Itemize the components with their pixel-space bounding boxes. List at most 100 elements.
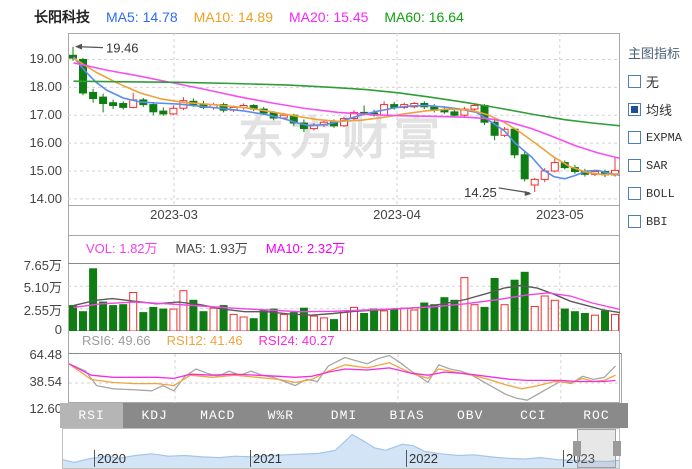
indicator-option-EXPMA[interactable]: EXPMA xyxy=(628,130,692,145)
volume-bar xyxy=(290,313,297,331)
volume-axis-label: 0 xyxy=(0,322,62,337)
volume-chart xyxy=(68,263,620,331)
tab-kdj[interactable]: KDJ xyxy=(123,403,186,428)
volume-bar xyxy=(531,307,538,332)
tab-macd[interactable]: MACD xyxy=(186,403,249,428)
volume-bar xyxy=(602,311,609,331)
chart-header: 长阳科技 MA5: 14.78 MA10: 14.89 MA20: 15.45 … xyxy=(34,7,464,27)
volume-bar xyxy=(551,300,558,331)
candlestick xyxy=(521,155,528,179)
tab-obv[interactable]: OBV xyxy=(439,403,502,428)
indicator-option-无[interactable]: 无 xyxy=(628,74,692,89)
checked-checkbox-icon[interactable] xyxy=(628,103,641,116)
candlestick xyxy=(451,112,458,115)
volume-bar xyxy=(170,309,177,331)
candlestick xyxy=(70,55,77,58)
price-axis-label: 17.00 xyxy=(0,107,62,122)
volume-bar xyxy=(571,312,578,331)
unchecked-checkbox-icon[interactable] xyxy=(628,215,641,228)
tab-roc[interactable]: ROC xyxy=(565,403,628,428)
volume-bar xyxy=(511,280,518,331)
volume-bar xyxy=(521,272,528,331)
volume-bar xyxy=(140,313,147,331)
candlestick xyxy=(90,92,97,98)
indicator-option-BBI[interactable]: BBI xyxy=(628,214,692,229)
indicator-option-均线[interactable]: 均线 xyxy=(628,102,692,117)
navigator-selection[interactable] xyxy=(577,429,616,468)
price-axis-label: 19.00 xyxy=(0,51,62,66)
rsi-line-rsi12 xyxy=(69,363,616,389)
indicator-option-SAR[interactable]: SAR xyxy=(628,158,692,173)
main-panel-bottom-border xyxy=(69,205,619,206)
tab-dmi[interactable]: DMI xyxy=(312,403,375,428)
rsi-lines-layer xyxy=(69,356,616,401)
unchecked-checkbox-icon[interactable] xyxy=(628,187,641,200)
volume-bar xyxy=(200,312,207,331)
tab-cci[interactable]: CCI xyxy=(502,403,565,428)
volume-bar xyxy=(100,302,107,331)
timeline-navigator[interactable]: 2020202120222023 xyxy=(62,428,620,469)
volume-bar xyxy=(180,291,187,331)
checkbox-check-mark xyxy=(631,106,638,113)
volume-bar xyxy=(250,319,257,331)
volume-bar xyxy=(160,309,167,331)
navigator-year-tick xyxy=(563,450,564,467)
indicator-option-label: BBI xyxy=(646,215,668,229)
volume-bar xyxy=(501,305,508,331)
navigator-year-label: 2020 xyxy=(97,451,126,466)
indicator-option-BOLL[interactable]: BOLL xyxy=(628,186,692,201)
volume-bar xyxy=(431,305,438,331)
volume-legend: VOL: 1.82万 MA5: 1.93万 MA10: 2.32万 xyxy=(86,238,345,257)
unchecked-checkbox-icon[interactable] xyxy=(628,75,641,88)
navigator-year-tick xyxy=(406,450,407,467)
ma-line-ma5 xyxy=(74,57,621,179)
volume-axis-label: 7.65万 xyxy=(0,255,62,274)
vol-ma10-readout: MA10: 2.32万 xyxy=(266,238,346,257)
tab-bias[interactable]: BIAS xyxy=(376,403,439,428)
rsi-legend: RSI6: 49.66 RSI12: 41.46 RSI24: 40.27 xyxy=(82,333,334,348)
ma-overlays-layer xyxy=(74,57,621,179)
price-axis-label: 16.00 xyxy=(0,135,62,150)
candlestick xyxy=(170,108,177,114)
volume-bar xyxy=(612,314,619,331)
navigator-right-handle[interactable] xyxy=(613,441,621,456)
candlestick xyxy=(160,111,167,114)
unchecked-checkbox-icon[interactable] xyxy=(628,159,641,172)
volume-bar xyxy=(581,314,588,332)
volume-bar xyxy=(80,312,87,331)
low-annotation: 14.25 xyxy=(464,185,497,200)
ma20-readout: MA20: 15.45 xyxy=(289,9,368,25)
volume-bar xyxy=(391,310,398,331)
high-annotation: 19.46 xyxy=(106,41,139,56)
volume-bars-layer xyxy=(70,269,619,331)
date-axis-label: 2023-04 xyxy=(362,207,432,222)
tab-rsi[interactable]: RSI xyxy=(60,403,123,428)
stock-chart-app: 长阳科技 MA5: 14.78 MA10: 14.89 MA20: 15.45 … xyxy=(0,0,692,469)
volume-panel-top-border xyxy=(69,235,619,236)
volume-bar xyxy=(481,307,488,331)
unchecked-checkbox-icon[interactable] xyxy=(628,131,641,144)
navigator-left-handle[interactable] xyxy=(573,441,581,456)
rsi-chart xyxy=(68,353,622,404)
candlestick xyxy=(471,106,478,110)
volume-bar xyxy=(130,293,137,332)
ma-line-ma10 xyxy=(74,58,621,175)
candlestick xyxy=(551,163,558,171)
main-indicator-title: 主图指标 xyxy=(628,43,692,62)
volume-bar xyxy=(70,306,77,331)
rsi6-readout: RSI6: 49.66 xyxy=(82,333,151,348)
volume-bar xyxy=(341,311,348,331)
vol-ma5-readout: MA5: 1.93万 xyxy=(176,238,248,257)
volume-bar xyxy=(240,317,247,331)
volume-bar xyxy=(491,279,498,332)
tab-wr[interactable]: W%R xyxy=(249,403,312,428)
price-axis-label: 18.00 xyxy=(0,79,62,94)
rsi24-readout: RSI24: 40.27 xyxy=(259,333,335,348)
date-axis-label: 2023-05 xyxy=(525,207,595,222)
volume-bar xyxy=(260,310,267,331)
navigator-year-label: 2021 xyxy=(253,451,282,466)
rsi12-readout: RSI12: 41.46 xyxy=(167,333,243,348)
rsi-axis-label: 12.60 xyxy=(0,401,62,416)
volume-bar xyxy=(541,296,548,331)
candlestick xyxy=(441,110,448,112)
